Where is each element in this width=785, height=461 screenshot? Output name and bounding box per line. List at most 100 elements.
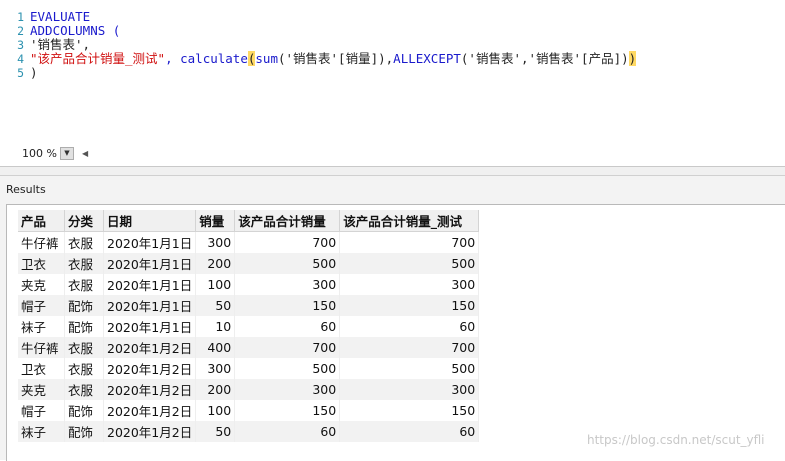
table-cell[interactable]: 300 <box>234 379 341 400</box>
table-cell[interactable]: 衣服 <box>64 358 104 379</box>
table-cell[interactable]: 衣服 <box>64 379 104 400</box>
table-cell[interactable]: 配饰 <box>64 400 104 421</box>
column-header[interactable]: 该产品合计销量 <box>234 210 341 232</box>
scroll-left-icon[interactable]: ◀ <box>82 149 88 158</box>
table-cell[interactable]: 牛仔裤 <box>18 337 65 358</box>
table-cell[interactable]: 10 <box>195 316 236 337</box>
results-title: Results <box>6 183 46 196</box>
table-cell[interactable]: 150 <box>234 295 341 316</box>
code-text: ) <box>30 65 38 80</box>
code-text: "该产品合计销量_测试", calculate(sum('销售表'[销量]),A… <box>30 51 637 66</box>
table-cell[interactable]: 150 <box>339 400 480 421</box>
table-cell[interactable]: 袜子 <box>18 421 65 442</box>
table-cell[interactable]: 60 <box>234 316 341 337</box>
table-cell[interactable]: 700 <box>234 231 341 253</box>
table-cell[interactable]: 50 <box>195 421 236 442</box>
table-row[interactable]: 袜子 配饰 2020年1月2日 50 60 60 <box>18 421 480 442</box>
table-row[interactable]: 袜子 配饰 2020年1月1日 10 60 60 <box>18 316 480 337</box>
table-cell[interactable]: 卫衣 <box>18 358 65 379</box>
table-cell[interactable]: 500 <box>234 253 341 274</box>
table-cell[interactable]: 500 <box>234 358 341 379</box>
table-cell[interactable]: 700 <box>339 231 480 253</box>
table-cell[interactable]: 袜子 <box>18 316 65 337</box>
results-grid[interactable]: 产品 分类 日期 销量 该产品合计销量 该产品合计销量_测试 牛仔裤 衣服 2020… <box>6 204 785 461</box>
table-cell[interactable]: 2020年1月2日 <box>103 400 197 421</box>
table-cell[interactable]: 500 <box>339 253 480 274</box>
table-cell[interactable]: 2020年1月2日 <box>103 337 197 358</box>
table-cell[interactable]: 衣服 <box>64 253 104 274</box>
code-text: ADDCOLUMNS ( <box>30 23 121 38</box>
table-cell[interactable]: 300 <box>195 358 236 379</box>
table-cell[interactable]: 2020年1月2日 <box>103 358 197 379</box>
table-cell[interactable]: 夹克 <box>18 379 65 400</box>
column-header[interactable]: 分类 <box>64 210 104 232</box>
code-line-4: 4 "该产品合计销量_测试", calculate(sum('销售表'[销量])… <box>0 51 785 66</box>
table-cell[interactable]: 300 <box>339 379 480 400</box>
code-args: ('销售表','销售表'[产品]) <box>460 51 629 66</box>
line-number: 2 <box>17 24 24 38</box>
table-cell[interactable]: 150 <box>234 400 341 421</box>
code-line-5: 5 ) <box>0 65 785 81</box>
table-cell[interactable]: 700 <box>234 337 341 358</box>
table-cell[interactable]: 500 <box>339 358 480 379</box>
table-cell[interactable]: 2020年1月1日 <box>103 274 197 295</box>
column-header[interactable]: 销量 <box>195 210 236 232</box>
line-number: 1 <box>17 10 24 24</box>
table-cell[interactable]: 200 <box>195 379 236 400</box>
table-cell[interactable]: 配饰 <box>64 316 104 337</box>
code-text: '销售表', <box>30 37 91 52</box>
table-row[interactable]: 牛仔裤 衣服 2020年1月1日 300 700 700 <box>18 231 480 253</box>
matched-close-paren: ) <box>628 51 637 66</box>
line-number: 4 <box>17 52 24 66</box>
table-cell[interactable]: 2020年1月1日 <box>103 295 197 316</box>
table-cell[interactable]: 2020年1月1日 <box>103 316 197 337</box>
table-row[interactable]: 帽子 配饰 2020年1月1日 50 150 150 <box>18 295 480 316</box>
column-header[interactable]: 产品 <box>18 210 65 232</box>
table-cell[interactable]: 700 <box>339 337 480 358</box>
results-table: 产品 分类 日期 销量 该产品合计销量 该产品合计销量_测试 牛仔裤 衣服 2020… <box>18 210 480 442</box>
table-cell[interactable]: 300 <box>234 274 341 295</box>
table-cell[interactable]: 衣服 <box>64 337 104 358</box>
table-cell[interactable]: 夹克 <box>18 274 65 295</box>
table-cell[interactable]: 帽子 <box>18 400 65 421</box>
table-cell[interactable]: 衣服 <box>64 231 104 253</box>
code-text: EVALUATE <box>30 9 91 24</box>
table-row[interactable]: 夹克 衣服 2020年1月2日 200 300 300 <box>18 379 480 400</box>
table-cell[interactable]: 300 <box>339 274 480 295</box>
table-cell[interactable]: 150 <box>339 295 480 316</box>
table-cell[interactable]: 牛仔裤 <box>18 231 65 253</box>
table-cell[interactable]: 2020年1月1日 <box>103 231 197 253</box>
table-cell[interactable]: 300 <box>195 231 236 253</box>
zoom-dropdown-button[interactable]: ▼ <box>59 146 74 160</box>
table-cell[interactable]: 卫衣 <box>18 253 65 274</box>
table-cell[interactable]: 2020年1月2日 <box>103 421 197 442</box>
table-cell[interactable]: 200 <box>195 253 236 274</box>
table-cell[interactable]: 衣服 <box>64 274 104 295</box>
zoom-level: 100 % <box>22 146 57 160</box>
function-sum: sum <box>255 51 278 66</box>
table-cell[interactable]: 配饰 <box>64 295 104 316</box>
table-row[interactable]: 夹克 衣服 2020年1月1日 100 300 300 <box>18 274 480 295</box>
table-cell[interactable]: 2020年1月2日 <box>103 379 197 400</box>
table-cell[interactable]: 帽子 <box>18 295 65 316</box>
table-cell[interactable]: 50 <box>195 295 236 316</box>
pane-splitter[interactable] <box>0 167 785 175</box>
string-literal: "该产品合计销量_测试" <box>30 51 166 66</box>
table-cell[interactable]: 400 <box>195 337 236 358</box>
table-cell[interactable]: 100 <box>195 274 236 295</box>
table-cell[interactable]: 配饰 <box>64 421 104 442</box>
dax-query-editor[interactable]: 1 EVALUATE 2 ADDCOLUMNS ( 3 '销售表', 4 "该产… <box>0 0 785 167</box>
table-row[interactable]: 卫衣 衣服 2020年1月1日 200 500 500 <box>18 253 480 274</box>
function-allexcept: ALLEXCEPT <box>393 51 461 66</box>
code-line-2: 2 ADDCOLUMNS ( <box>0 23 785 39</box>
table-cell[interactable]: 60 <box>339 316 480 337</box>
column-header[interactable]: 该产品合计销量_测试 <box>339 210 480 232</box>
table-cell[interactable]: 100 <box>195 400 236 421</box>
column-header[interactable]: 日期 <box>103 210 197 232</box>
table-row[interactable]: 卫衣 衣服 2020年1月2日 300 500 500 <box>18 358 480 379</box>
table-cell[interactable]: 60 <box>234 421 341 442</box>
table-row[interactable]: 帽子 配饰 2020年1月2日 100 150 150 <box>18 400 480 421</box>
table-cell[interactable]: 2020年1月1日 <box>103 253 197 274</box>
table-row[interactable]: 牛仔裤 衣服 2020年1月2日 400 700 700 <box>18 337 480 358</box>
table-cell[interactable]: 60 <box>339 421 480 442</box>
